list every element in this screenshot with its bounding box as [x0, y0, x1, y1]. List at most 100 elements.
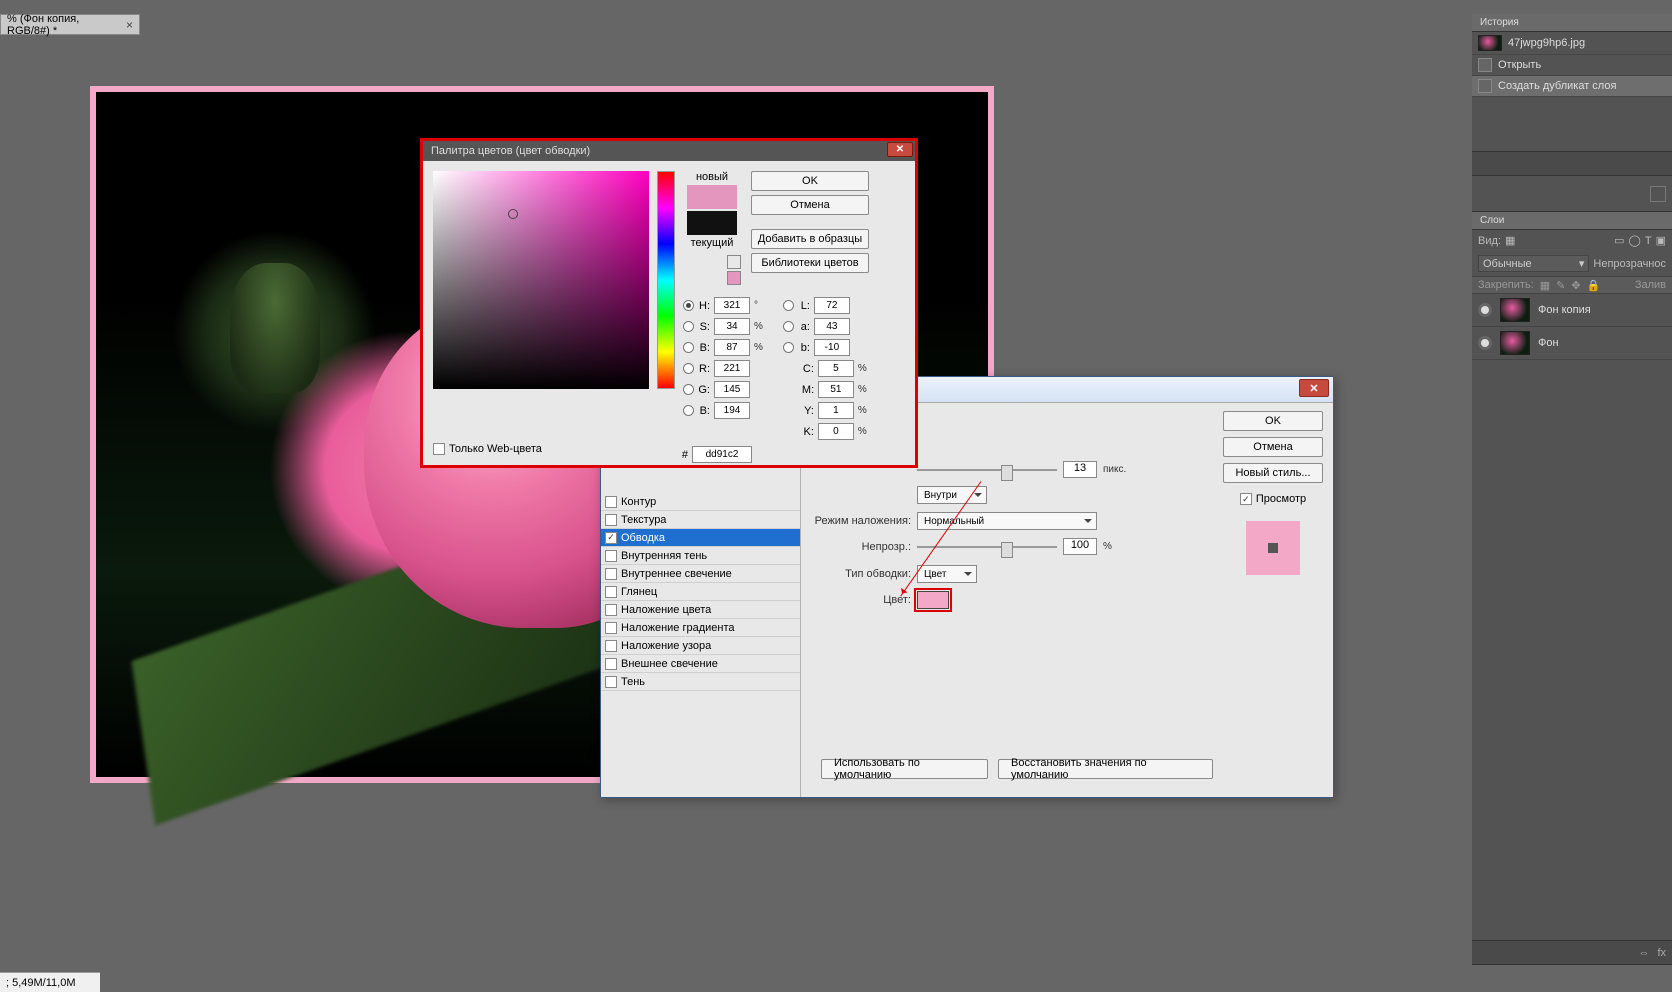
effect-item-stroke[interactable]: ✓Обводка	[601, 529, 800, 547]
visibility-icon[interactable]	[1478, 303, 1492, 317]
s-input[interactable]: 34	[714, 318, 750, 335]
add-swatch-button[interactable]: Добавить в образцы	[751, 229, 869, 249]
radio-bsm[interactable]	[783, 342, 794, 353]
effect-item[interactable]: Глянец	[601, 583, 800, 601]
reset-default-button[interactable]: Восстановить значения по умолчанию	[998, 759, 1213, 779]
cancel-button[interactable]: Отмена	[1223, 437, 1323, 457]
radio-g[interactable]	[683, 384, 694, 395]
history-tab[interactable]: История	[1472, 14, 1672, 32]
r-input[interactable]: 221	[714, 360, 750, 377]
radio-l[interactable]	[783, 300, 794, 311]
g-input[interactable]: 145	[714, 381, 750, 398]
fx-icon[interactable]: fx	[1657, 947, 1666, 959]
h-input[interactable]: 321	[714, 297, 750, 314]
checkbox[interactable]	[605, 496, 617, 508]
lock-brush-icon[interactable]: ✎	[1556, 279, 1565, 292]
lock-pixels-icon[interactable]: ▦	[1540, 279, 1550, 292]
effect-item[interactable]: Наложение градиента	[601, 619, 800, 637]
filter-icon[interactable]: ▣	[1656, 234, 1666, 247]
lock-move-icon[interactable]: ✥	[1571, 279, 1580, 292]
l-input[interactable]: 72	[814, 297, 850, 314]
ok-button[interactable]: OK	[751, 171, 869, 191]
preview-checkbox[interactable]: ✓	[1240, 493, 1252, 505]
radio-h[interactable]	[683, 300, 694, 311]
k-input[interactable]: 0	[818, 423, 854, 440]
filltype-label: Тип обводки:	[811, 568, 911, 580]
make-default-button[interactable]: Использовать по умолчанию	[821, 759, 988, 779]
hex-input[interactable]: dd91c2	[692, 446, 752, 463]
checkbox[interactable]: ✓	[605, 532, 617, 544]
radio-bb[interactable]	[683, 405, 694, 416]
layers-tab[interactable]: Слои	[1472, 212, 1672, 230]
a-input[interactable]: 43	[814, 318, 850, 335]
hue-slider[interactable]	[657, 171, 675, 389]
ok-button[interactable]: OK	[1223, 411, 1323, 431]
effect-item[interactable]: Тень	[601, 673, 800, 691]
checkbox[interactable]	[605, 658, 617, 670]
filter-icon[interactable]: ▦	[1505, 234, 1515, 247]
effect-item[interactable]: Внутреннее свечение	[601, 565, 800, 583]
close-icon[interactable]: ✕	[887, 142, 913, 157]
b-input[interactable]: 87	[714, 339, 750, 356]
bb-input[interactable]: 194	[714, 402, 750, 419]
filter-icon[interactable]: ◯	[1629, 234, 1641, 247]
size-slider[interactable]	[917, 463, 1057, 477]
effect-item[interactable]: Текстура	[601, 511, 800, 529]
lock-all-icon[interactable]: 🔒	[1587, 279, 1601, 292]
layer-row[interactable]: Фон копия	[1472, 294, 1672, 327]
radio-r[interactable]	[683, 363, 694, 374]
opacity-input[interactable]: 100	[1063, 538, 1097, 555]
c-input[interactable]: 5	[818, 360, 854, 377]
checkbox[interactable]	[605, 604, 617, 616]
layer-row[interactable]: Фон	[1472, 327, 1672, 360]
checkbox[interactable]	[605, 640, 617, 652]
checkbox[interactable]	[605, 586, 617, 598]
checkbox[interactable]	[605, 622, 617, 634]
checkbox[interactable]	[605, 676, 617, 688]
effect-item[interactable]: Внешнее свечение	[601, 655, 800, 673]
blend-mode-select[interactable]: Обычные▾	[1478, 255, 1589, 272]
document-tab[interactable]: % (Фон копия, RGB/8#) * ×	[0, 14, 140, 35]
right-panels: История 47jwpg9hp6.jpg Открыть Создать д…	[1472, 14, 1672, 965]
cancel-button[interactable]: Отмена	[751, 195, 869, 215]
current-color-swatch[interactable]	[687, 211, 737, 235]
checkbox[interactable]	[605, 550, 617, 562]
checkbox[interactable]	[605, 568, 617, 580]
history-source-row[interactable]: 47jwpg9hp6.jpg	[1472, 32, 1672, 55]
collapsed-panel[interactable]	[1472, 176, 1672, 212]
effect-item[interactable]: Контур	[601, 493, 800, 511]
filltype-select[interactable]: Цвет	[917, 565, 977, 583]
cube-icon[interactable]	[727, 255, 741, 269]
filter-icon[interactable]: T	[1645, 235, 1652, 247]
websafe-swatch-icon[interactable]	[727, 271, 741, 285]
color-field[interactable]	[433, 171, 649, 389]
bsm-input[interactable]: -10	[814, 339, 850, 356]
webonly-checkbox[interactable]	[433, 443, 445, 455]
effect-item[interactable]: Наложение цвета	[601, 601, 800, 619]
m-input[interactable]: 51	[818, 381, 854, 398]
dialog-titlebar[interactable]: Палитра цветов (цвет обводки) ✕	[423, 141, 915, 161]
size-input[interactable]: 13	[1063, 461, 1097, 478]
blend-mode-select[interactable]: Нормальный	[917, 512, 1097, 530]
effect-item[interactable]: Внутренняя тень	[601, 547, 800, 565]
link-icon[interactable]: ⇔	[1638, 947, 1649, 959]
close-icon[interactable]: ✕	[1299, 379, 1329, 397]
expand-icon[interactable]	[1650, 186, 1666, 202]
history-step-label: Открыть	[1498, 59, 1541, 71]
stroke-color-swatch[interactable]	[917, 591, 949, 609]
close-icon[interactable]: ×	[126, 18, 133, 32]
y-input[interactable]: 1	[818, 402, 854, 419]
effect-item[interactable]: Наложение узора	[601, 637, 800, 655]
radio-a[interactable]	[783, 321, 794, 332]
new-color-swatch[interactable]	[687, 185, 737, 209]
color-libraries-button[interactable]: Библиотеки цветов	[751, 253, 869, 273]
new-style-button[interactable]: Новый стиль...	[1223, 463, 1323, 483]
radio-s[interactable]	[683, 321, 694, 332]
history-step-row[interactable]: Открыть	[1472, 55, 1672, 76]
history-footer	[1472, 151, 1672, 175]
visibility-icon[interactable]	[1478, 336, 1492, 350]
checkbox[interactable]	[605, 514, 617, 526]
radio-b[interactable]	[683, 342, 694, 353]
filter-icon[interactable]: ▭	[1614, 234, 1624, 247]
history-step-row[interactable]: Создать дубликат слоя	[1472, 76, 1672, 97]
